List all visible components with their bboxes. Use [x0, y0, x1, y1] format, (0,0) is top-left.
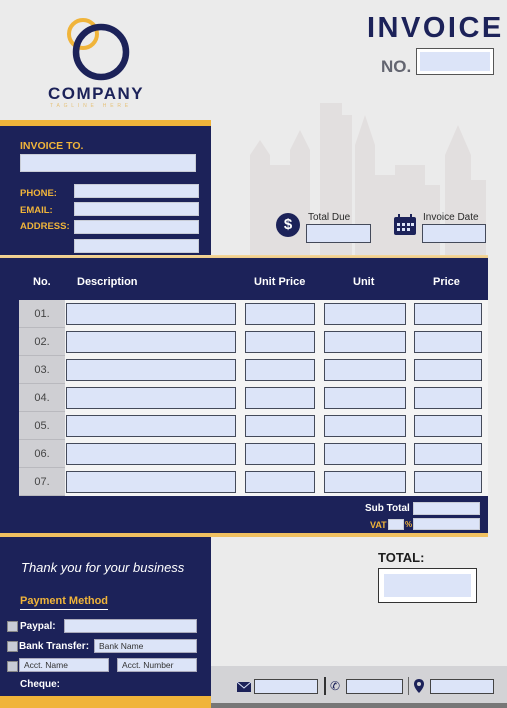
invoice-title: INVOICE [367, 12, 504, 44]
email-contact-field[interactable] [254, 679, 318, 694]
unit-price-cell[interactable] [245, 443, 315, 465]
phone-contact-field[interactable] [346, 679, 403, 694]
subtotal-field[interactable] [413, 502, 480, 515]
payment-method-title: Payment Method [20, 595, 109, 610]
cheque-label: Cheque: [20, 679, 60, 690]
unit-price-cell[interactable] [245, 471, 315, 493]
description-cell[interactable] [66, 471, 236, 493]
total-field[interactable] [378, 568, 477, 603]
column-header-description: Description [77, 276, 138, 288]
bank-transfer-checkbox[interactable] [7, 641, 18, 652]
bank-transfer-label: Bank Transfer: [19, 641, 90, 652]
invoice-date-label: Invoice Date [423, 212, 479, 223]
vat-amount-field[interactable] [413, 518, 480, 530]
invoice-number-label: NO. [381, 57, 412, 76]
account-number-field[interactable]: Acct. Number [117, 658, 197, 672]
paypal-label: Paypal: [20, 621, 56, 632]
cheque-checkbox[interactable] [7, 661, 18, 672]
column-header-unit: Unit [353, 276, 375, 288]
phone-icon: ✆ [330, 679, 341, 693]
total-label: TOTAL: [378, 550, 425, 565]
description-cell[interactable] [66, 359, 236, 381]
column-header-no: No. [33, 276, 51, 288]
paypal-field[interactable] [64, 619, 197, 633]
location-icon [414, 679, 424, 693]
subtotal-label: Sub Total [365, 503, 410, 514]
row-number: 02. [19, 328, 65, 356]
description-cell[interactable] [66, 387, 236, 409]
price-cell[interactable] [414, 331, 482, 353]
vat-rate-field[interactable] [388, 519, 404, 530]
invoice-number-value [420, 52, 490, 71]
description-cell[interactable] [66, 415, 236, 437]
contact-bar-edge [211, 703, 507, 708]
phone-label: PHONE: [20, 188, 57, 199]
price-cell[interactable] [414, 471, 482, 493]
company-tagline: TAGLINE HERE [50, 103, 132, 109]
company-logo [67, 18, 130, 81]
invoice-number-field[interactable] [416, 48, 494, 75]
invoice-date-field[interactable] [422, 224, 486, 243]
price-cell[interactable] [414, 387, 482, 409]
total-due-label: Total Due [308, 212, 351, 223]
accent-bar [0, 120, 211, 126]
row-number: 01. [19, 300, 65, 328]
divider [324, 677, 326, 695]
row-number: 07. [19, 468, 65, 496]
unit-cell[interactable] [324, 471, 406, 493]
address-label: ADDRESS: [20, 221, 70, 232]
email-icon [237, 682, 251, 692]
vat-percent-sign: % [405, 520, 413, 529]
unit-cell[interactable] [324, 359, 406, 381]
address-contact-field[interactable] [430, 679, 494, 694]
unit-price-cell[interactable] [245, 359, 315, 381]
dollar-icon: $ [276, 213, 300, 237]
email-field[interactable] [74, 202, 199, 216]
unit-cell[interactable] [324, 303, 406, 325]
bank-name-field[interactable]: Bank Name [94, 639, 197, 653]
column-header-price: Price [433, 276, 460, 288]
row-number: 06. [19, 440, 65, 468]
price-cell[interactable] [414, 303, 482, 325]
unit-price-cell[interactable] [245, 387, 315, 409]
phone-field[interactable] [74, 184, 199, 198]
vat-label: VAT [370, 520, 387, 530]
unit-cell[interactable] [324, 331, 406, 353]
paypal-checkbox[interactable] [7, 621, 18, 632]
total-due-field[interactable] [306, 224, 371, 243]
calendar-icon [394, 214, 416, 235]
row-number: 04. [19, 384, 65, 412]
column-header-unit-price: Unit Price [254, 276, 306, 288]
description-cell[interactable] [66, 443, 236, 465]
accent-bar [0, 696, 211, 708]
address-field-line1[interactable] [74, 220, 199, 234]
client-name-field[interactable] [20, 154, 196, 172]
unit-price-cell[interactable] [245, 415, 315, 437]
unit-cell[interactable] [324, 415, 406, 437]
total-value [384, 574, 471, 597]
price-cell[interactable] [414, 359, 482, 381]
account-name-field[interactable]: Acct. Name [19, 658, 109, 672]
description-cell[interactable] [66, 331, 236, 353]
thank-you-message: Thank you for your business [21, 560, 185, 575]
price-cell[interactable] [414, 415, 482, 437]
unit-cell[interactable] [324, 387, 406, 409]
divider [408, 677, 409, 695]
description-cell[interactable] [66, 303, 236, 325]
email-label: EMAIL: [20, 205, 53, 216]
row-number: 03. [19, 356, 65, 384]
invoice-to-title: INVOICE TO. [20, 140, 84, 152]
unit-cell[interactable] [324, 443, 406, 465]
address-field-line2[interactable] [74, 239, 199, 253]
unit-price-cell[interactable] [245, 331, 315, 353]
company-name: COMPANY [48, 84, 145, 103]
row-number: 05. [19, 412, 65, 440]
unit-price-cell[interactable] [245, 303, 315, 325]
price-cell[interactable] [414, 443, 482, 465]
